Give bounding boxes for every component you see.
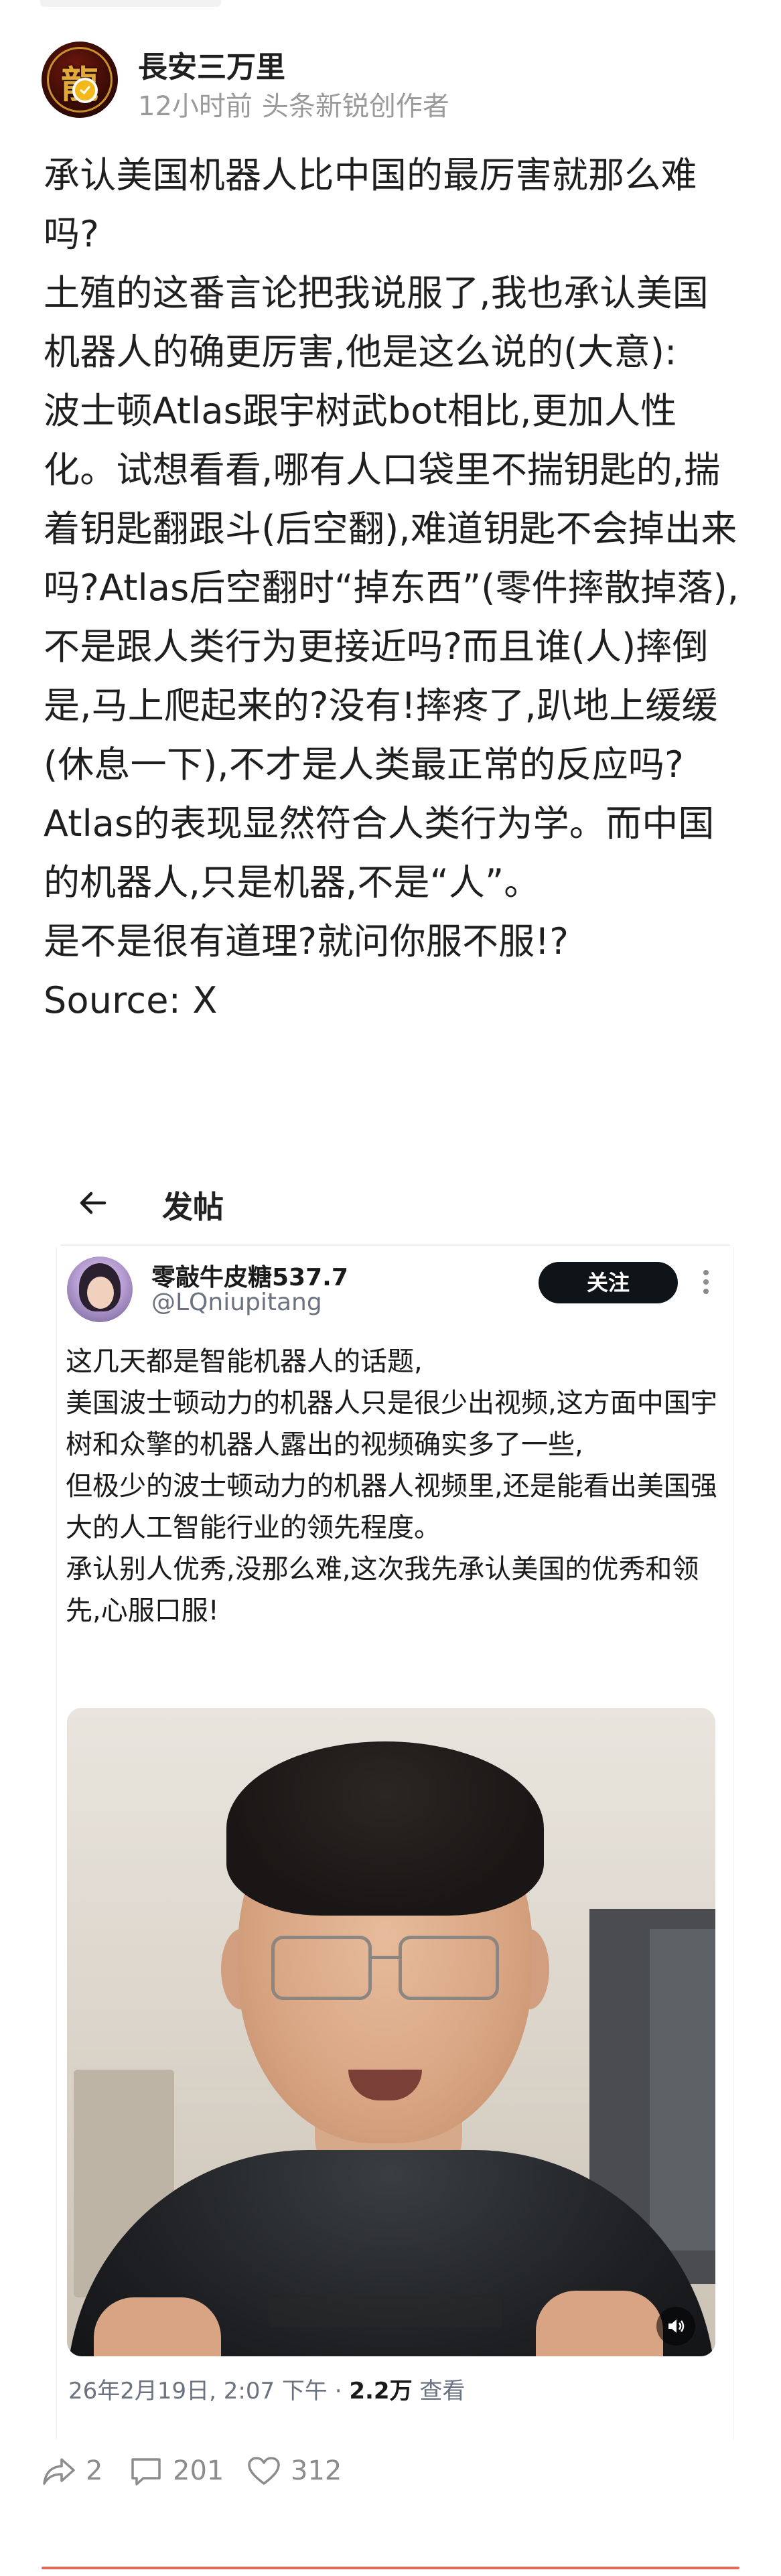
post-paragraph: 土殖的这番言论把我说服了,我也承认美国机器人的确更厉害,他是这么说的(大意): [44,272,709,373]
post-paragraph: 波士顿Atlas跟宇树武bot相比,更加人性化。试想看看,哪有人口袋里不揣钥匙的… [44,390,739,904]
bottom-rule [42,2567,739,2569]
like-count: 312 [291,2455,342,2486]
top-strip [40,0,221,7]
post-paragraph: 承认美国机器人比中国的最厉害就那么难吗? [44,154,697,255]
tweet-views-count: 2.2万 [349,2378,413,2405]
embed-divider [60,1244,730,1246]
back-arrow-icon[interactable] [72,1183,113,1223]
follow-button[interactable]: 关注 [539,1262,678,1303]
tweet-video[interactable] [67,1708,715,2356]
tweet-line: 这几天都是智能机器人的话题, [66,1346,423,1377]
author-header: 龍 長安三万里 12小时前头条新锐创作者 [42,42,738,122]
embedded-post-title: 发帖 [162,1189,224,1225]
tweet-author-avatar[interactable] [67,1257,133,1322]
embedded-tweet: 零敲牛皮糖537.7 @LQniupitang 关注 这几天都是智能机器人的话题… [60,1247,730,2426]
post-source: Source: X [44,979,218,1021]
mute-toggle-icon[interactable] [656,2307,695,2346]
post-body: 承认美国机器人比中国的最厉害就那么难吗? 土殖的这番言论把我说服了,我也承认美国… [44,146,740,1030]
tweet-text: 这几天都是智能机器人的话题, 美国波士顿动力的机器人只是很少出视频,这方面中国宇… [66,1341,722,1632]
embedded-post-header: 发帖 [60,1165,730,1239]
tweet-handle[interactable]: @LQniupitang [151,1289,322,1316]
post-time: 12小时前 [138,91,253,122]
author-name[interactable]: 長安三万里 [138,43,285,86]
tweet-line: 但极少的波士顿动力的机器人视频里,还是能看出美国强大的人工智能行业的领先程度。 [66,1471,717,1543]
tweet-timestamp: 26年2月19日, 2:07 下午 · [68,2378,350,2405]
author-meta: 12小时前 头条新锐创作者 [138,84,449,123]
comment-count: 201 [173,2455,224,2486]
tweet-meta: 26年2月19日, 2:07 下午 · 2.2万 查看 [68,2372,465,2405]
verified-badge-icon [72,78,98,103]
action-bar: 2 201 312 [42,2445,738,2498]
share-count: 2 [86,2455,103,2486]
page: 龍 長安三万里 12小时前头条新锐创作者 承认美国机器人比中国的最厉害就那么难吗… [0,0,781,2576]
tweet-line: 美国波士顿动力的机器人只是很少出视频,这方面中国宇树和众擎的机器人露出的视频确实… [66,1388,717,1460]
video-caption [268,2297,502,2327]
author-tag: 头条新锐创作者 [261,91,449,122]
tweet-display-name[interactable]: 零敲牛皮糖537.7 [151,1258,348,1293]
tweet-line: 承认别人优秀,没那么难,这次我先承认美国的优秀和领先,心服口服! [66,1554,699,1626]
post-paragraph: 是不是很有道理?就问你服不服!? [44,920,569,962]
more-options-icon[interactable] [693,1267,719,1299]
tweet-views-label: 查看 [412,2378,466,2405]
